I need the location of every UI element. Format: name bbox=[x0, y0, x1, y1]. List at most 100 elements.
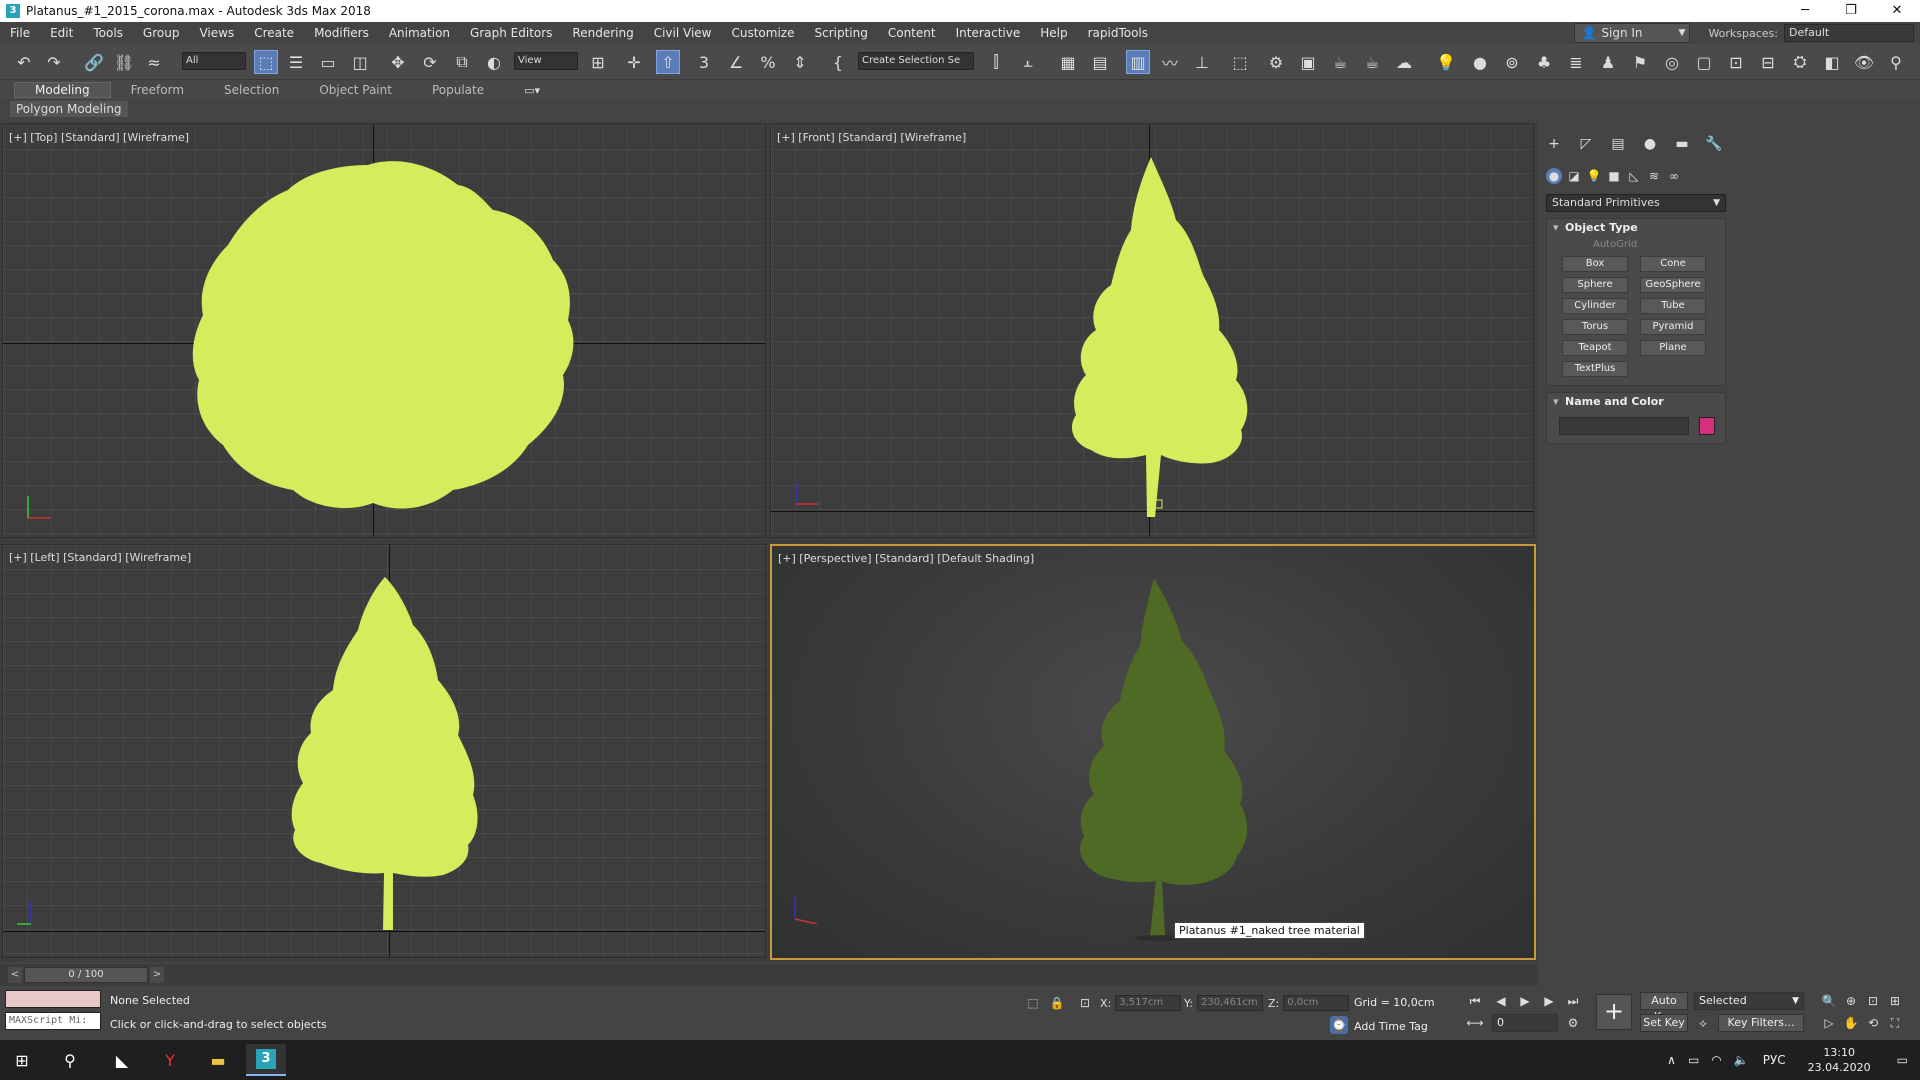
plane-button[interactable]: Plane bbox=[1640, 340, 1706, 356]
polygon-modeling-button[interactable]: Polygon Modeling bbox=[10, 101, 128, 117]
window-crossing-icon[interactable]: ◫ bbox=[348, 50, 372, 74]
menu-group[interactable]: Group bbox=[133, 26, 190, 40]
helpers-icon[interactable]: ◺ bbox=[1626, 168, 1642, 184]
z-coordinate-input[interactable]: 0,0cm bbox=[1283, 995, 1350, 1011]
previous-frame-icon[interactable]: ◀ bbox=[1492, 992, 1510, 1010]
move-icon[interactable]: ✥ bbox=[386, 50, 410, 74]
search-icon[interactable]: ⚲ bbox=[50, 1044, 90, 1076]
key-filters-button[interactable]: Key Filters... bbox=[1718, 1014, 1804, 1032]
tab-freeform[interactable]: Freeform bbox=[111, 83, 204, 97]
play-icon[interactable]: ▶ bbox=[1516, 992, 1534, 1010]
menu-tools[interactable]: Tools bbox=[83, 26, 133, 40]
file-explorer-icon[interactable]: ▬ bbox=[198, 1044, 238, 1076]
list-icon[interactable]: ≣ bbox=[1564, 50, 1588, 74]
eye-icon[interactable]: 👁 bbox=[1852, 50, 1876, 74]
timeline-next-button[interactable]: > bbox=[150, 967, 164, 983]
selection-filter-select[interactable]: All bbox=[182, 52, 246, 70]
shapes-icon[interactable]: ◪ bbox=[1566, 168, 1582, 184]
box-button[interactable]: Box bbox=[1562, 256, 1628, 272]
menu-modifiers[interactable]: Modifiers bbox=[304, 26, 379, 40]
menu-animation[interactable]: Animation bbox=[379, 26, 460, 40]
task-app-icon[interactable]: ◣ bbox=[102, 1044, 142, 1076]
material-editor-icon[interactable]: ⬚ bbox=[1228, 50, 1252, 74]
scene-explorer-icon[interactable]: ▦ bbox=[1056, 50, 1080, 74]
light-icon[interactable]: 💡 bbox=[1434, 50, 1458, 74]
time-slider[interactable]: 0 / 100 bbox=[24, 967, 148, 983]
3ds-max-taskbar-icon[interactable]: 3 bbox=[246, 1044, 286, 1076]
viewport-perspective[interactable]: [+] [Perspective] [Standard] [Default Sh… bbox=[770, 544, 1536, 960]
timeline-prev-button[interactable]: < bbox=[8, 967, 22, 983]
menu-views[interactable]: Views bbox=[189, 26, 244, 40]
name-color-header[interactable]: Name and Color bbox=[1547, 393, 1725, 411]
set-key-big-icon[interactable]: + bbox=[1596, 994, 1632, 1030]
y-coordinate-input[interactable]: 230,461cm bbox=[1196, 995, 1263, 1011]
sphere-button[interactable]: Sphere bbox=[1562, 277, 1628, 293]
curve-editor-icon[interactable]: 〰 bbox=[1158, 50, 1182, 74]
percent-snap-icon[interactable]: % bbox=[756, 50, 780, 74]
absolute-mode-icon[interactable]: ⊡ bbox=[1076, 994, 1094, 1012]
tree-icon[interactable]: ♣ bbox=[1532, 50, 1556, 74]
autogrid-checkbox[interactable]: AutoGrid bbox=[1547, 237, 1725, 253]
sign-in-button[interactable]: 👤 Sign In ▼ bbox=[1574, 23, 1691, 43]
viewport-front[interactable]: [+] [Front] [Standard] [Wireframe] bbox=[770, 124, 1534, 538]
align-icon[interactable]: ⫠ bbox=[1016, 50, 1040, 74]
menu-customize[interactable]: Customize bbox=[721, 26, 804, 40]
pyramid-button[interactable]: Pyramid bbox=[1640, 319, 1706, 335]
viewport-top[interactable]: [+] [Top] [Standard] [Wireframe] bbox=[2, 124, 766, 538]
zoom-extents-all-icon[interactable]: ⊞ bbox=[1886, 992, 1904, 1010]
display-icon[interactable]: ▢ bbox=[1692, 50, 1716, 74]
placement-icon[interactable]: ◐ bbox=[482, 50, 506, 74]
time-tag-icon[interactable]: ⌚ bbox=[1330, 1016, 1348, 1034]
select-by-name-icon[interactable]: ☰ bbox=[284, 50, 308, 74]
tab-populate[interactable]: Populate bbox=[412, 83, 504, 97]
zoom-all-icon[interactable]: ⊕ bbox=[1842, 992, 1860, 1010]
maximize-viewport-icon[interactable]: ⛶ bbox=[1886, 1014, 1904, 1032]
field-of-view-icon[interactable]: ▷ bbox=[1820, 1014, 1838, 1032]
viewport-left-label[interactable]: [+] [Left] [Standard] [Wireframe] bbox=[9, 551, 191, 564]
key-mode-icon[interactable]: ⟷ bbox=[1466, 1014, 1484, 1032]
set-key-button[interactable]: Set Key bbox=[1640, 1014, 1688, 1032]
menu-help[interactable]: Help bbox=[1030, 26, 1077, 40]
yandex-browser-icon[interactable]: Y bbox=[150, 1044, 190, 1076]
tab-selection[interactable]: Selection bbox=[204, 83, 299, 97]
key-selection-select[interactable]: Selected ▼ bbox=[1694, 992, 1804, 1010]
language-indicator[interactable]: РУС bbox=[1763, 1053, 1786, 1067]
menu-civil-view[interactable]: Civil View bbox=[644, 26, 722, 40]
go-to-end-icon[interactable]: ⏭ bbox=[1564, 992, 1582, 1010]
named-selection-select[interactable]: Create Selection Se bbox=[858, 52, 974, 70]
rotate-icon[interactable]: ⟳ bbox=[418, 50, 442, 74]
windows-start-icon[interactable]: ⊞ bbox=[2, 1044, 42, 1076]
menu-interactive[interactable]: Interactive bbox=[946, 26, 1031, 40]
textplus-button[interactable]: TextPlus bbox=[1562, 361, 1628, 377]
volume-icon[interactable]: 🔈 bbox=[1734, 1053, 1749, 1067]
box-icon[interactable]: ◧ bbox=[1820, 50, 1844, 74]
utilities-tab-icon[interactable]: 🔧 bbox=[1704, 134, 1724, 154]
minimize-button[interactable]: ─ bbox=[1782, 0, 1828, 22]
menu-create[interactable]: Create bbox=[244, 26, 304, 40]
reference-coord-select[interactable]: View bbox=[514, 52, 578, 70]
viewport-front-label[interactable]: [+] [Front] [Standard] [Wireframe] bbox=[777, 131, 966, 144]
add-time-tag[interactable]: Add Time Tag bbox=[1354, 1020, 1428, 1033]
zoom-icon[interactable]: 🔍 bbox=[1820, 992, 1838, 1010]
unlink-icon[interactable]: ⛓ bbox=[112, 50, 136, 74]
rectangular-region-icon[interactable]: ▭ bbox=[316, 50, 340, 74]
sun-icon[interactable]: ● bbox=[1468, 50, 1492, 74]
maxscript-listener[interactable] bbox=[5, 990, 101, 1008]
geometry-icon[interactable]: ● bbox=[1546, 168, 1562, 184]
clock[interactable]: 13:10 23.04.2020 bbox=[1808, 1045, 1871, 1075]
bind-spacewarp-icon[interactable]: ≈ bbox=[142, 50, 166, 74]
angle-snap-icon[interactable]: ∠ bbox=[724, 50, 748, 74]
wifi-icon[interactable]: ◠ bbox=[1711, 1053, 1721, 1067]
keyboard-shortcut-icon[interactable]: ⇧ bbox=[656, 50, 680, 74]
restore-button[interactable]: ❐ bbox=[1828, 0, 1874, 22]
lights-icon[interactable]: 💡 bbox=[1586, 168, 1602, 184]
isolate-icon[interactable]: ⬚ bbox=[1024, 994, 1042, 1012]
battery-icon[interactable]: ▭ bbox=[1688, 1053, 1699, 1067]
undo-icon[interactable]: ↶ bbox=[12, 50, 36, 74]
object-color-swatch[interactable] bbox=[1699, 417, 1715, 435]
zoom-extents-icon[interactable]: ⊡ bbox=[1864, 992, 1882, 1010]
create-tab-icon[interactable]: + bbox=[1544, 134, 1564, 154]
frame-alt-icon[interactable]: ⊟ bbox=[1756, 50, 1780, 74]
go-to-start-icon[interactable]: ⏮ bbox=[1466, 992, 1484, 1010]
cone-button[interactable]: Cone bbox=[1640, 256, 1706, 272]
